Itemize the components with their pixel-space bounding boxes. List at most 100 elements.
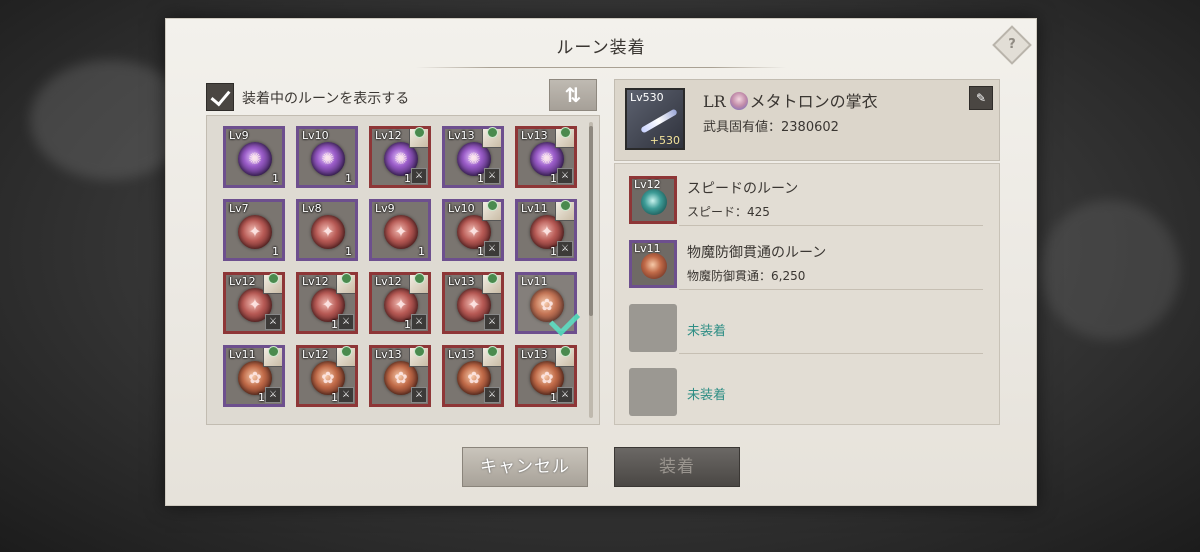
slot-rune-name: 物魔防御貫通のルーン [687, 245, 827, 261]
equip-slot-icon: ⚔ [484, 168, 500, 184]
help-button[interactable]: ? [992, 25, 1032, 65]
rune-count: 1 [477, 172, 484, 185]
cancel-button[interactable]: キャンセル [462, 447, 588, 487]
rune-item[interactable]: ✦ Lv9 1 [369, 199, 431, 261]
rune-item[interactable]: ✺ ⚔ Lv13 1 [515, 126, 577, 188]
rune-inventory-grid[interactable]: ✺ Lv9 1 ✺ Lv10 1 ✺ ⚔ Lv12 1 ✺ ⚔ Lv13 1 ✺ ⚔ Lv13 1 ✦ Lv7 1 ✦ Lv… [206, 115, 600, 425]
rune-item[interactable]: ✺ ⚔ Lv12 1 [369, 126, 431, 188]
rune-item[interactable]: ✿ ⚔ Lv13 1 [515, 345, 577, 407]
weapon-blade-icon [640, 108, 678, 134]
rune-level: Lv11 [229, 348, 256, 361]
rune-glyph-icon: ✿ [540, 295, 554, 314]
rune-item[interactable]: ✺ Lv10 1 [296, 126, 358, 188]
rune-level: Lv13 [448, 275, 475, 288]
rune-count: 1 [404, 318, 411, 331]
speed-rune-orb-icon [641, 189, 667, 215]
selected-check-icon [548, 304, 581, 337]
rune-item[interactable]: ✺ ⚔ Lv13 1 [442, 126, 504, 188]
equip-button[interactable]: 装着 [614, 447, 740, 487]
rune-item[interactable]: ✿ ⚔ Lv13 [369, 345, 431, 407]
equipment-swap-button[interactable]: ✎ [969, 86, 993, 110]
rune-count: 1 [272, 172, 279, 185]
rune-count: 1 [345, 245, 352, 258]
rune-level: Lv9 [229, 129, 249, 142]
grid-scrollbar[interactable] [589, 122, 593, 418]
show-equipped-checkbox[interactable] [206, 83, 234, 111]
rune-glyph-icon: ✦ [321, 222, 335, 241]
equipped-badge-icon [268, 273, 279, 284]
slot-rune-name: スピードのルーン [687, 181, 799, 197]
rune-level: Lv12 [375, 129, 402, 142]
rune-glyph-icon: ✦ [248, 222, 262, 241]
rune-slot-2[interactable]: Lv11 物魔防御貫通のルーン 物魔防御貫通：6,250 [615, 228, 999, 290]
equipped-badge-icon [487, 273, 498, 284]
rune-item[interactable]: ✿ ⚔ Lv11 1 [223, 345, 285, 407]
rune-level: Lv10 [448, 202, 475, 215]
equip-slot-icon: ⚔ [557, 168, 573, 184]
empty-slot-label: 未装着 [687, 388, 727, 403]
equipment-header: Lv530 +530 LR メタトロンの掌衣 武具固有値：2380602 ✎ [614, 79, 1000, 161]
slot-rune-stat: 物魔防御貫通：6,250 [687, 269, 806, 283]
slot-rune-icon[interactable]: Lv11 [629, 240, 677, 288]
equipped-badge-icon [487, 127, 498, 138]
equipped-badge-icon [487, 200, 498, 211]
rune-level: Lv12 [302, 275, 329, 288]
equip-slot-icon: ⚔ [484, 387, 500, 403]
empty-slot-icon[interactable] [629, 368, 677, 416]
rust-rune-orb-icon: ✿ [530, 288, 564, 322]
rune-item[interactable]: ✦ ⚔ Lv10 1 [442, 199, 504, 261]
sort-button[interactable]: ⇅ [549, 79, 597, 111]
equip-slot-icon: ⚔ [411, 387, 427, 403]
equip-slot-icon: ⚔ [411, 314, 427, 330]
rune-item[interactable]: ✦ Lv8 1 [296, 199, 358, 261]
rune-count: 1 [404, 172, 411, 185]
dialog-title: ルーン装着 [556, 38, 646, 58]
rune-item[interactable]: ✦ ⚔ Lv12 [223, 272, 285, 334]
rune-count: 1 [550, 172, 557, 185]
crimson-rune-orb-icon: ✦ [311, 215, 345, 249]
rune-item[interactable]: ✦ ⚔ Lv12 1 [369, 272, 431, 334]
rune-slot-1[interactable]: Lv12 スピードのルーン スピード：425 [615, 164, 999, 226]
rune-level: Lv11 [521, 275, 548, 288]
rune-slot-3[interactable]: 未装着 [615, 292, 999, 354]
rune-count: 1 [550, 245, 557, 258]
rune-item[interactable]: ✺ Lv9 1 [223, 126, 285, 188]
rune-level: Lv13 [448, 129, 475, 142]
equipped-badge-icon [414, 346, 425, 357]
equipped-badge-icon [341, 346, 352, 357]
rune-item[interactable]: ✦ ⚔ Lv12 1 [296, 272, 358, 334]
rune-item[interactable]: ✦ Lv7 1 [223, 199, 285, 261]
rune-count: 1 [550, 391, 557, 404]
rune-slot-4[interactable]: 未装着 [615, 356, 999, 418]
rune-item[interactable]: ✿ Lv11 [515, 272, 581, 337]
equipped-badge-icon [268, 346, 279, 357]
slot-rune-icon[interactable]: Lv12 [629, 176, 677, 224]
rune-item[interactable]: ✦ ⚔ Lv11 1 [515, 199, 577, 261]
rune-count: 1 [418, 245, 425, 258]
rune-equip-dialog: ルーン装着 ? 装着中のルーンを表示する ⇅ ✺ Lv9 1 ✺ Lv10 1 ✺ ⚔ Lv12… [165, 18, 1037, 506]
background-blob [1040, 200, 1180, 340]
slot-divider [679, 225, 983, 226]
equipment-name: LR メタトロンの掌衣 [703, 88, 878, 112]
equip-slot-icon: ⚔ [265, 387, 281, 403]
rune-glyph-icon: ✦ [394, 222, 408, 241]
crimson-rune-orb-icon: ✦ [238, 215, 272, 249]
equipment-icon[interactable]: Lv530 +530 [625, 88, 685, 150]
rune-item[interactable]: ✿ ⚔ Lv12 1 [296, 345, 358, 407]
empty-slot-icon[interactable] [629, 304, 677, 352]
empty-slot-label: 未装着 [687, 324, 727, 339]
equipped-badge-icon [414, 127, 425, 138]
equip-slot-icon: ⚔ [484, 314, 500, 330]
equip-slot-icon: ⚔ [484, 241, 500, 257]
rune-level: Lv12 [229, 275, 256, 288]
equip-slot-icon: ⚔ [557, 241, 573, 257]
penetration-rune-orb-icon [641, 253, 667, 279]
rune-item[interactable]: ✦ ⚔ Lv13 [442, 272, 504, 334]
rune-item[interactable]: ✿ ⚔ Lv13 [442, 345, 504, 407]
rune-count: 1 [331, 318, 338, 331]
equip-slot-icon: ⚔ [557, 387, 573, 403]
rune-level: Lv9 [375, 202, 395, 215]
rune-level: Lv12 [302, 348, 329, 361]
rune-glyph-icon: ✺ [248, 149, 262, 168]
rune-level: Lv11 [521, 202, 548, 215]
